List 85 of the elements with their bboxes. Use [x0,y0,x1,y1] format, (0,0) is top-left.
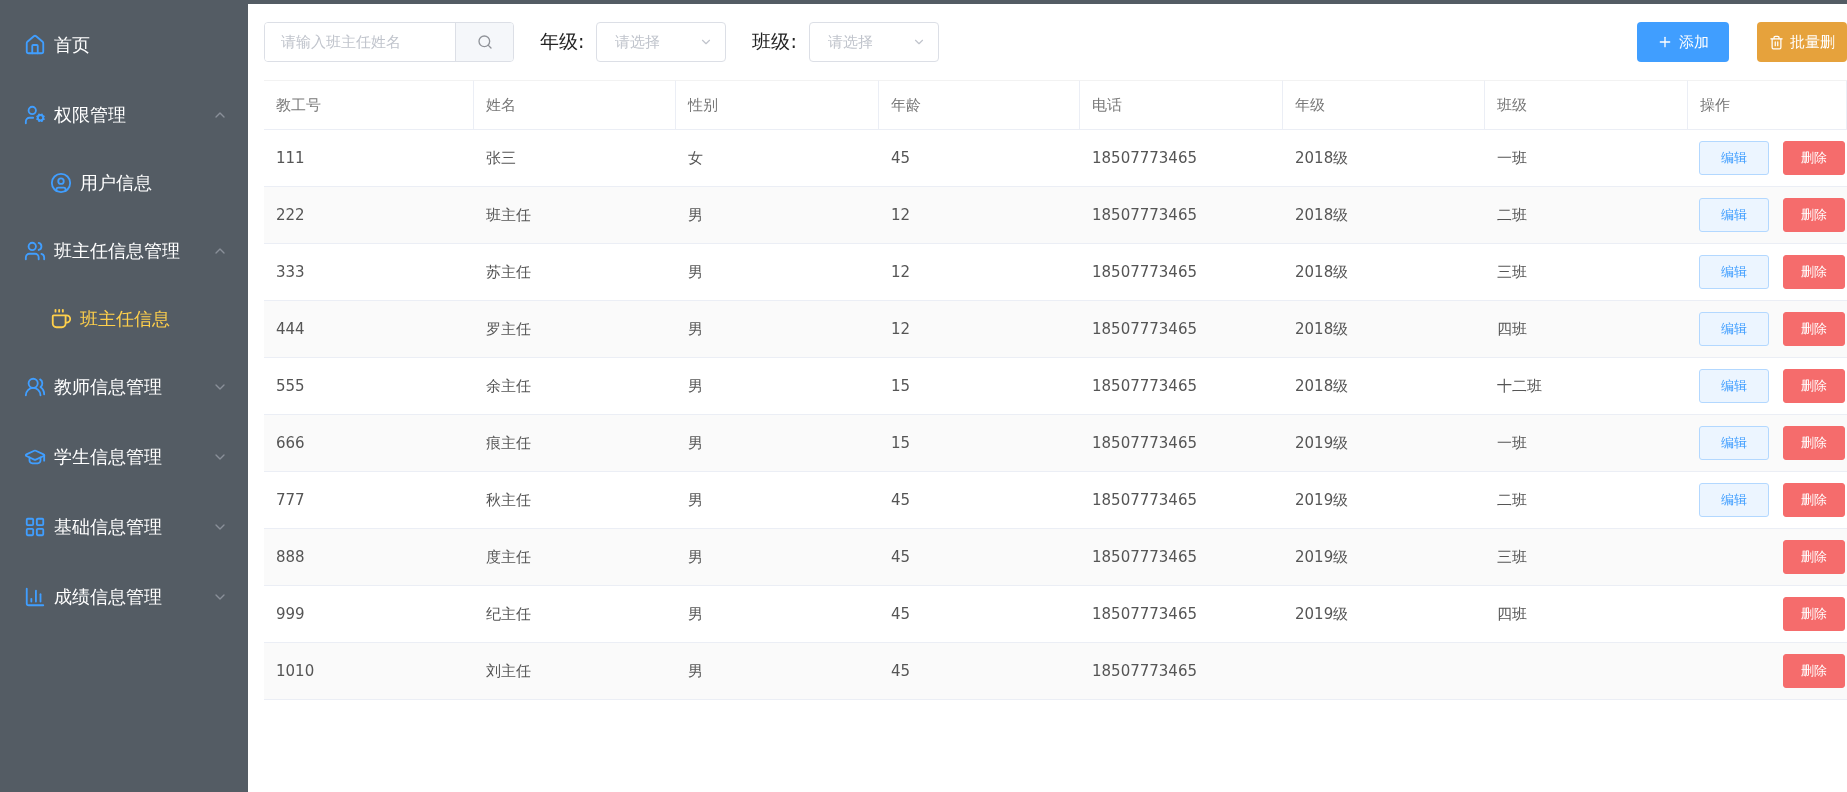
delete-button[interactable]: 删除 [1783,597,1845,631]
column-header: 性别 [676,80,879,130]
column-header: 年龄 [879,80,1080,130]
table-cell: 痕主任 [474,415,676,472]
delete-button[interactable]: 删除 [1783,426,1845,460]
table-cell: 班主任 [474,187,676,244]
filter-label: 班级: [752,29,797,54]
table-cell: 刘主任 [474,643,676,700]
sidebar-item[interactable]: 学生信息管理 [0,422,248,492]
table-cell: 罗主任 [474,301,676,358]
bar-chart-icon [24,586,46,608]
table-cell: 2019级 [1283,415,1485,472]
column-header: 姓名 [474,80,676,130]
trash-icon [1769,34,1784,50]
delete-button[interactable]: 删除 [1783,198,1845,232]
table-cell: 四班 [1485,301,1688,358]
table-cell: 男 [676,643,879,700]
edit-button[interactable]: 编辑 [1699,483,1769,517]
delete-button[interactable]: 删除 [1783,141,1845,175]
select-field[interactable]: 请选择 [808,22,939,62]
delete-button[interactable]: 删除 [1783,654,1845,688]
edit-button[interactable]: 编辑 [1699,369,1769,403]
search-button[interactable] [455,23,513,61]
delete-button[interactable]: 删除 [1783,369,1845,403]
sidebar-item[interactable]: 成绩信息管理 [0,562,248,632]
users-icon [24,240,46,262]
table-cell: 1010 [264,643,474,700]
table-cell: 12 [879,187,1080,244]
table-cell: 男 [676,529,879,586]
table-cell: 18507773465 [1080,415,1283,472]
column-header: 年级 [1283,80,1485,130]
table-cell: 45 [879,529,1080,586]
sidebar-item[interactable]: 首页 [0,10,248,80]
table-cell: 15 [879,415,1080,472]
delete-button[interactable]: 删除 [1783,312,1845,346]
plus-icon [1657,34,1673,50]
table-cell: 二班 [1485,187,1688,244]
table-cell: 222 [264,187,474,244]
table-cell: 三班 [1485,529,1688,586]
table-cell: 666 [264,415,474,472]
batch-delete-button[interactable]: 批量删 [1757,22,1847,62]
user-gear-icon [24,104,46,126]
sidebar-item[interactable]: 班主任信息 [0,286,248,352]
sidebar-item[interactable]: 权限管理 [0,80,248,150]
table-cell: 444 [264,301,474,358]
user-circle-icon [50,172,72,194]
sidebar-item[interactable]: 用户信息 [0,150,248,216]
search-field[interactable]: 请输入班主任姓名 [264,22,514,62]
sidebar-item[interactable]: 基础信息管理 [0,492,248,562]
table-cell: 18507773465 [1080,643,1283,700]
table-cell: 18507773465 [1080,301,1283,358]
filter-label: 年级: [540,29,585,54]
table-cell: 2018级 [1283,187,1485,244]
column-header: 教工号 [264,80,474,130]
edit-button[interactable]: 编辑 [1699,426,1769,460]
table-cell: 12 [879,301,1080,358]
select-field[interactable]: 请选择 [596,22,727,62]
table-cell: 45 [879,643,1080,700]
table-cell: 18507773465 [1080,187,1283,244]
edit-button[interactable]: 编辑 [1699,255,1769,289]
column-header: 电话 [1080,80,1283,130]
grid-icon [24,516,46,538]
table-cell: 2019级 [1283,529,1485,586]
column-header: 班级 [1485,80,1688,130]
table-cell: 男 [676,187,879,244]
delete-button[interactable]: 删除 [1783,255,1845,289]
sidebar-item[interactable]: 班主任信息管理 [0,216,248,286]
table-cell: 18507773465 [1080,529,1283,586]
table-cell: 男 [676,301,879,358]
cup-icon [50,308,72,330]
add-button[interactable]: 添加 [1637,22,1729,62]
delete-button[interactable]: 删除 [1783,540,1845,574]
edit-button[interactable]: 编辑 [1699,141,1769,175]
table-cell: 度主任 [474,529,676,586]
table-cell: 一班 [1485,415,1688,472]
sidebar-item[interactable]: 教师信息管理 [0,352,248,422]
table-cell: 男 [676,415,879,472]
table-cell: 2018级 [1283,301,1485,358]
edit-button[interactable]: 编辑 [1699,198,1769,232]
edit-button[interactable]: 编辑 [1699,312,1769,346]
delete-button[interactable]: 删除 [1783,483,1845,517]
search-icon [476,34,493,50]
table-cell: 888 [264,529,474,586]
users-icon [24,376,46,398]
home-icon [24,34,46,56]
